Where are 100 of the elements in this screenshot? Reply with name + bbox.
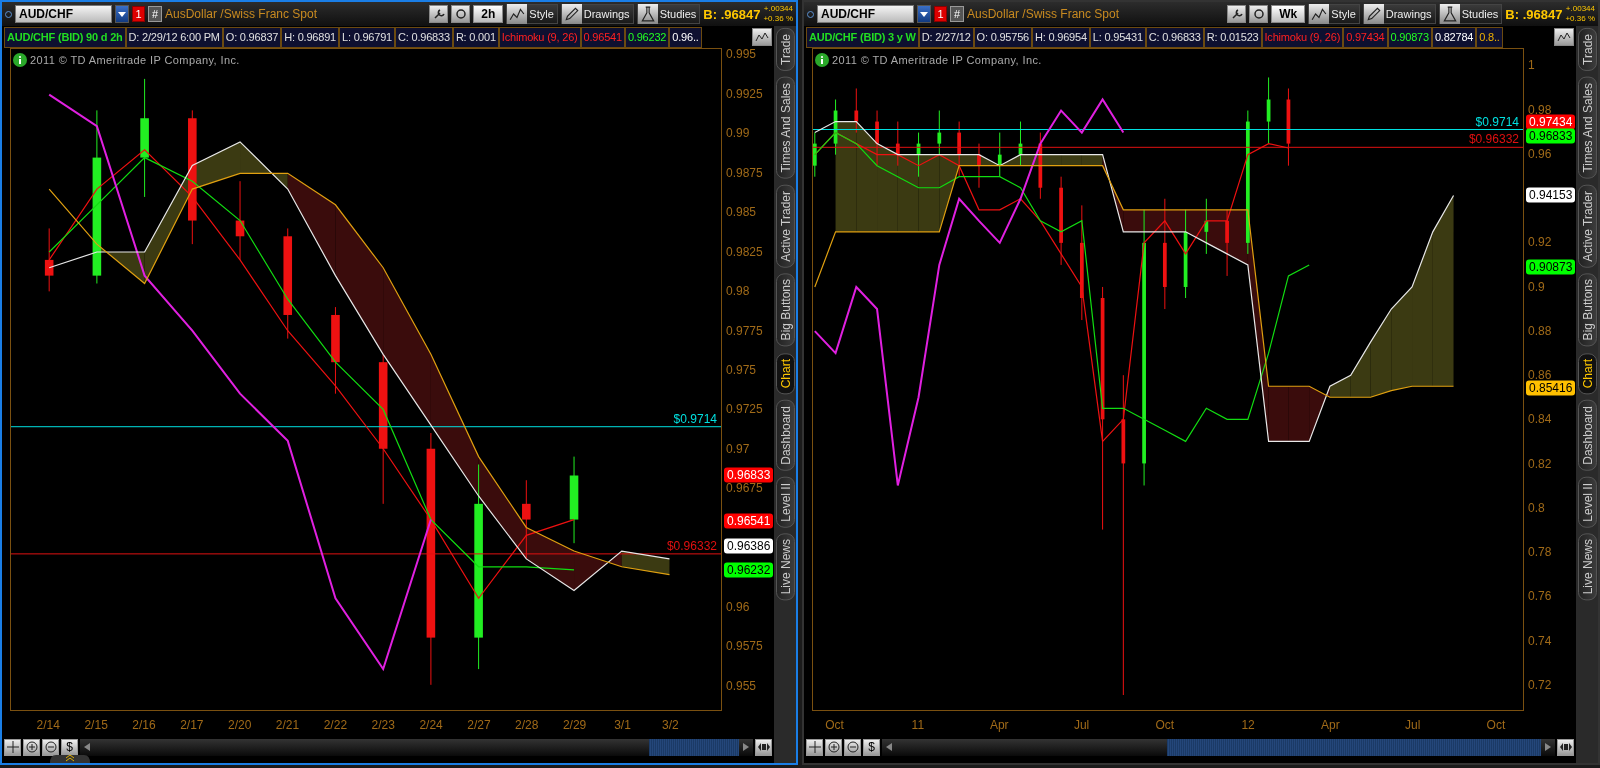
side-tab[interactable]: Trade [775, 28, 795, 71]
toolbar-button[interactable]: Style [506, 4, 558, 24]
info-cell: H: 0.96891 [281, 26, 340, 48]
symbol-dropdown-button[interactable] [917, 5, 931, 23]
price-badge: 0.85416 [1526, 380, 1576, 396]
fit-button[interactable] [755, 738, 772, 756]
percent-change: +0.36 % [1565, 14, 1595, 24]
side-tab[interactable]: Big Buttons [775, 273, 795, 347]
side-tab[interactable]: Live News [775, 533, 795, 601]
side-tab[interactable]: Level II [1577, 476, 1597, 528]
axis-tick-label: 0.985 [726, 205, 757, 220]
zoom-in-button[interactable] [825, 738, 842, 756]
side-tab[interactable]: Dashboard [1577, 399, 1597, 471]
side-tab[interactable]: Times And Sales [1577, 76, 1597, 179]
info-cell: 0.96541 [580, 26, 625, 48]
scrollbar-thumb[interactable] [648, 738, 739, 756]
axis-tick-label: 0.995 [726, 47, 757, 62]
fit-button[interactable] [1557, 738, 1574, 756]
scrollbar[interactable] [882, 738, 1555, 756]
zoom-out-icon [44, 741, 57, 753]
axis-tick-label: Oct [1486, 718, 1506, 732]
toolbar-button[interactable]: Studies [636, 4, 701, 24]
price-badge: 0.97434 [1526, 114, 1576, 130]
axis-tick-label: Apr [1321, 718, 1340, 732]
scroll-right-icon [743, 743, 749, 751]
tools-button[interactable] [429, 5, 449, 23]
symbol-field[interactable]: AUD/CHF [817, 5, 914, 23]
axis-tick-label: 0.96 [726, 599, 750, 614]
info-cell: L: 0.95431 [1089, 26, 1146, 48]
candle [1204, 198, 1209, 255]
side-tab[interactable]: Chart [775, 352, 795, 394]
side-tab[interactable]: Big Buttons [1577, 273, 1597, 347]
symbol-dropdown-button[interactable] [115, 5, 129, 23]
axis-tick-label: 2/29 [562, 718, 587, 732]
axis-tick-label: Jul [1405, 718, 1421, 732]
candle [916, 132, 921, 178]
toolbar-button[interactable]: Drawings [1362, 4, 1436, 24]
axis-tick-label: 2/20 [228, 718, 252, 732]
candle [977, 143, 981, 189]
axis-tick-label: 0.97 [726, 441, 750, 456]
side-tab[interactable]: Dashboard [775, 399, 795, 471]
pencil-icon [1363, 4, 1384, 24]
alert-count-button[interactable]: 1 [934, 6, 947, 22]
side-tab[interactable]: Times And Sales [775, 76, 795, 179]
info-cell: 0.82784 [1431, 26, 1477, 48]
axis-tick-label: 0.88 [1528, 323, 1552, 338]
zoom-in-button[interactable] [23, 738, 40, 756]
axis-tick-label: 0.9675 [726, 481, 763, 496]
axis-tick-label: 0.9825 [726, 244, 763, 259]
crosshair-button[interactable] [4, 738, 21, 756]
axis-tick-label: Apr [989, 718, 1009, 732]
candle [997, 132, 1002, 178]
scrollbar-thumb[interactable] [1166, 738, 1541, 756]
axis-tick-label: 0.72 [1528, 677, 1552, 692]
axis-tick-label: Oct [1155, 718, 1175, 732]
zoom-out-button[interactable] [844, 738, 861, 756]
side-tab[interactable]: Active Trader [775, 184, 795, 268]
tools-button[interactable] [1227, 5, 1247, 23]
side-tab[interactable]: Chart [1577, 352, 1597, 394]
info-cell: 0.8.. [1476, 26, 1503, 48]
grid-button[interactable]: # [148, 6, 162, 22]
candle [937, 110, 942, 156]
grid-button[interactable]: # [950, 6, 964, 22]
info-cell: AUD/CHF (BID) 3 y W [806, 26, 919, 48]
axis-tick-label: 0.9725 [726, 402, 763, 417]
zoom-out-button[interactable] [42, 738, 59, 756]
symbol-field[interactable]: AUD/CHF [15, 5, 112, 23]
currency-button[interactable]: $ [863, 738, 880, 756]
axis-tick-label: 2/27 [467, 718, 491, 732]
settings-button[interactable] [451, 5, 471, 23]
axis-tick-label: 3/2 [661, 718, 679, 732]
crosshair-button[interactable] [806, 738, 823, 756]
price-badge: 0.90873 [1526, 259, 1576, 275]
aggregation-button[interactable]: Wk [1271, 5, 1306, 23]
scrollbar[interactable] [80, 738, 753, 756]
price-badge: 0.96232 [724, 562, 774, 578]
side-tab[interactable]: Trade [1577, 28, 1597, 71]
currency-button[interactable]: $ [61, 738, 78, 756]
info-cell: Ichimoku (9, 26) [1261, 26, 1344, 48]
study-button[interactable] [752, 28, 772, 46]
flask-icon [1439, 4, 1460, 24]
net-change: +.00344 [1565, 4, 1595, 14]
zoom-out-icon [846, 741, 859, 753]
side-tab[interactable]: Active Trader [1577, 184, 1597, 268]
net-change: +.00344 [763, 4, 793, 14]
toolbar-button[interactable]: Style [1308, 4, 1360, 24]
price-line-label: $0.96332 [666, 538, 717, 553]
study-button[interactable] [1554, 28, 1574, 46]
candle [1266, 76, 1271, 145]
axis-tick-label: Jul [1073, 718, 1090, 732]
toolbar-button[interactable]: Studies [1438, 4, 1503, 24]
side-tab[interactable]: Level II [775, 476, 795, 528]
alert-count-button[interactable]: 1 [132, 6, 145, 22]
axis-tick-label: 2/24 [419, 718, 443, 732]
toolbar-button[interactable]: Drawings [560, 4, 634, 24]
side-tab[interactable]: Live News [1577, 533, 1597, 601]
axis-tick-label: 2/22 [323, 718, 348, 732]
settings-button[interactable] [1249, 5, 1269, 23]
axis-tick-label: 0.82 [1528, 456, 1552, 471]
aggregation-button[interactable]: 2h [473, 5, 504, 23]
